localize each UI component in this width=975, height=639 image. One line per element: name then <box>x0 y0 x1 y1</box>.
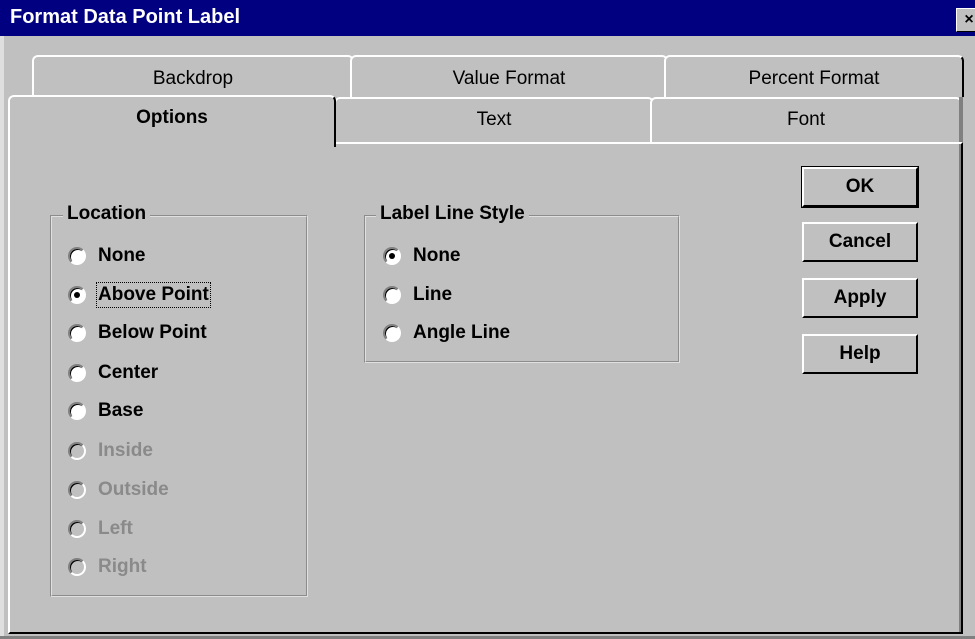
close-icon[interactable]: × <box>956 8 975 32</box>
location-left-radio: Left <box>68 515 133 543</box>
location-inside-radio: Inside <box>68 437 153 465</box>
tab-label: Text <box>476 109 512 130</box>
radio-circle[interactable] <box>68 324 86 342</box>
tab-percent-format[interactable]: Percent Format <box>664 55 964 97</box>
radio-circle[interactable] <box>68 402 86 420</box>
location-below-point-radio[interactable]: Below Point <box>68 319 207 347</box>
location-right-radio: Right <box>68 553 147 581</box>
radio-circle[interactable] <box>383 324 401 342</box>
radio-label: Left <box>98 518 133 539</box>
help-button[interactable]: Help <box>802 334 918 374</box>
radio-label: Outside <box>98 479 169 500</box>
radio-circle <box>68 481 86 499</box>
radio-label: None <box>413 245 461 266</box>
line-style-none-radio[interactable]: None <box>383 242 461 270</box>
radio-label: Center <box>98 362 159 383</box>
tab-label: Value Format <box>452 68 566 89</box>
radio-label: Base <box>98 400 144 421</box>
tab-label: Backdrop <box>152 68 234 89</box>
apply-button[interactable]: Apply <box>802 278 918 318</box>
line-style-angle-line-radio[interactable]: Angle Line <box>383 319 510 347</box>
tab-value-format[interactable]: Value Format <box>350 55 668 97</box>
radio-circle <box>68 442 86 460</box>
radio-label: Inside <box>98 440 153 461</box>
dialog-left-edge <box>0 36 4 639</box>
line-style-line-radio[interactable]: Line <box>383 281 452 309</box>
radio-circle[interactable] <box>68 364 86 382</box>
tab-backdrop[interactable]: Backdrop <box>32 55 354 97</box>
radio-label: Above Point <box>96 282 211 308</box>
radio-label: None <box>98 245 146 266</box>
cancel-button[interactable]: Cancel <box>802 222 918 262</box>
tab-text[interactable]: Text <box>334 97 654 143</box>
title-bar: Format Data Point Label × <box>0 0 975 36</box>
tab-options[interactable]: Options <box>8 95 336 147</box>
radio-circle <box>68 558 86 576</box>
location-group-title: Location <box>63 203 151 225</box>
tab-label: Percent Format <box>748 68 880 89</box>
tab-font[interactable]: Font <box>650 97 962 143</box>
window-title: Format Data Point Label <box>10 6 241 28</box>
label-line-style-title: Label Line Style <box>376 203 529 225</box>
radio-circle <box>68 520 86 538</box>
tab-label: Font <box>786 109 826 130</box>
radio-circle[interactable] <box>68 247 86 265</box>
ok-button[interactable]: OK <box>801 166 919 208</box>
radio-label: Angle Line <box>413 322 511 343</box>
radio-circle[interactable] <box>383 247 401 265</box>
location-outside-radio: Outside <box>68 476 169 504</box>
radio-label: Right <box>98 556 147 577</box>
radio-circle[interactable] <box>383 286 401 304</box>
location-none-radio[interactable]: None <box>68 242 146 270</box>
radio-label: Line <box>413 284 453 305</box>
radio-label: Below Point <box>98 322 207 343</box>
location-base-radio[interactable]: Base <box>68 397 143 425</box>
location-above-point-radio[interactable]: Above Point <box>68 281 211 309</box>
radio-circle[interactable] <box>68 286 86 304</box>
location-center-radio[interactable]: Center <box>68 359 158 387</box>
tab-label: Options <box>136 107 208 128</box>
